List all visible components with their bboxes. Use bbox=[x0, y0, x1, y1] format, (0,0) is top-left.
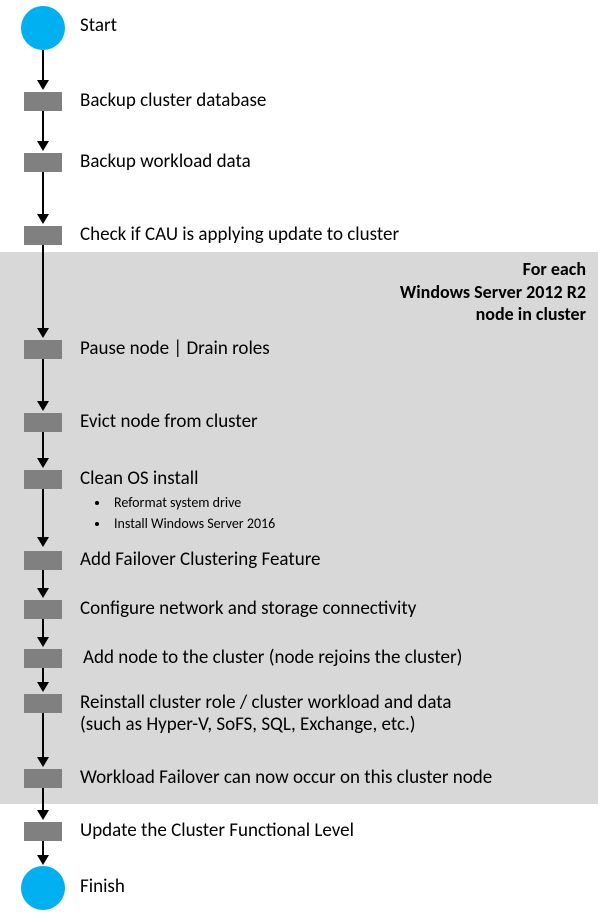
step-box bbox=[24, 413, 62, 432]
step-backup-cluster-db: Backup cluster database bbox=[80, 90, 266, 112]
step-box bbox=[24, 340, 62, 359]
step-evict-node: Evict node from cluster bbox=[80, 411, 258, 433]
bullet-reformat: Reformat system drive bbox=[110, 494, 275, 511]
finish-circle bbox=[21, 866, 65, 910]
arrow-down-icon bbox=[37, 458, 49, 468]
arrow-line bbox=[42, 245, 44, 328]
step-box bbox=[24, 470, 62, 489]
start-circle bbox=[21, 6, 65, 50]
step-pause-drain: Pause node | Drain roles bbox=[80, 338, 270, 360]
arrow-down-icon bbox=[37, 214, 49, 224]
arrow-down-icon bbox=[37, 588, 49, 598]
arrow-down-icon bbox=[37, 682, 49, 692]
step-box bbox=[24, 769, 62, 788]
arrow-line bbox=[42, 668, 44, 682]
arrow-down-icon bbox=[37, 328, 49, 338]
loop-header-line3: node in cluster bbox=[476, 303, 586, 325]
step-add-node-rejoin: Add node to the cluster (node rejoins th… bbox=[83, 647, 462, 669]
step-box bbox=[24, 551, 62, 570]
step-box bbox=[24, 822, 62, 841]
step-configure-network-storage: Configure network and storage connectivi… bbox=[80, 598, 416, 620]
step-add-failover-feature: Add Failover Clustering Feature bbox=[80, 549, 321, 571]
step-update-functional-level: Update the Cluster Functional Level bbox=[80, 820, 354, 842]
step-box bbox=[24, 649, 62, 668]
arrow-line bbox=[42, 788, 44, 810]
arrow-down-icon bbox=[37, 401, 49, 411]
step-reinstall-role-line2: (such as Hyper-V, SoFS, SQL, Exchange, e… bbox=[80, 713, 416, 736]
arrow-down-icon bbox=[37, 637, 49, 647]
step-box bbox=[24, 153, 62, 172]
step-box bbox=[24, 226, 62, 245]
arrow-line bbox=[42, 713, 44, 757]
finish-label: Finish bbox=[80, 876, 125, 898]
arrow-down-icon bbox=[37, 757, 49, 767]
bullet-install-ws2016: Install Windows Server 2016 bbox=[110, 515, 275, 532]
arrow-line bbox=[42, 841, 44, 855]
step-box bbox=[24, 600, 62, 619]
step-clean-os: Clean OS install bbox=[80, 468, 198, 490]
loop-header: For each Windows Server 2012 R2 node in … bbox=[0, 258, 586, 326]
arrow-line bbox=[42, 359, 44, 401]
step-check-cau: Check if CAU is applying update to clust… bbox=[80, 224, 399, 246]
clean-os-bullets: Reformat system drive Install Windows Se… bbox=[92, 494, 275, 536]
arrow-down-icon bbox=[37, 141, 49, 151]
step-reinstall-role: Reinstall cluster role / cluster workloa… bbox=[80, 692, 580, 736]
arrow-line bbox=[42, 619, 44, 637]
step-workload-failover: Workload Failover can now occur on this … bbox=[80, 767, 492, 789]
loop-header-line2: Windows Server 2012 R2 bbox=[400, 281, 586, 303]
step-box bbox=[24, 694, 62, 713]
arrow-line bbox=[42, 111, 44, 141]
arrow-line bbox=[42, 489, 44, 537]
loop-header-line1: For each bbox=[523, 258, 586, 280]
arrow-line bbox=[42, 432, 44, 458]
arrow-down-icon bbox=[37, 537, 49, 547]
step-backup-workload: Backup workload data bbox=[80, 151, 251, 173]
arrow-down-icon bbox=[37, 855, 49, 865]
arrow-line bbox=[42, 50, 44, 80]
start-label: Start bbox=[80, 15, 117, 37]
arrow-line bbox=[42, 172, 44, 214]
arrow-down-icon bbox=[37, 80, 49, 90]
arrow-line bbox=[42, 570, 44, 588]
step-box bbox=[24, 92, 62, 111]
step-reinstall-role-line1: Reinstall cluster role / cluster workloa… bbox=[80, 691, 452, 714]
arrow-down-icon bbox=[37, 810, 49, 820]
